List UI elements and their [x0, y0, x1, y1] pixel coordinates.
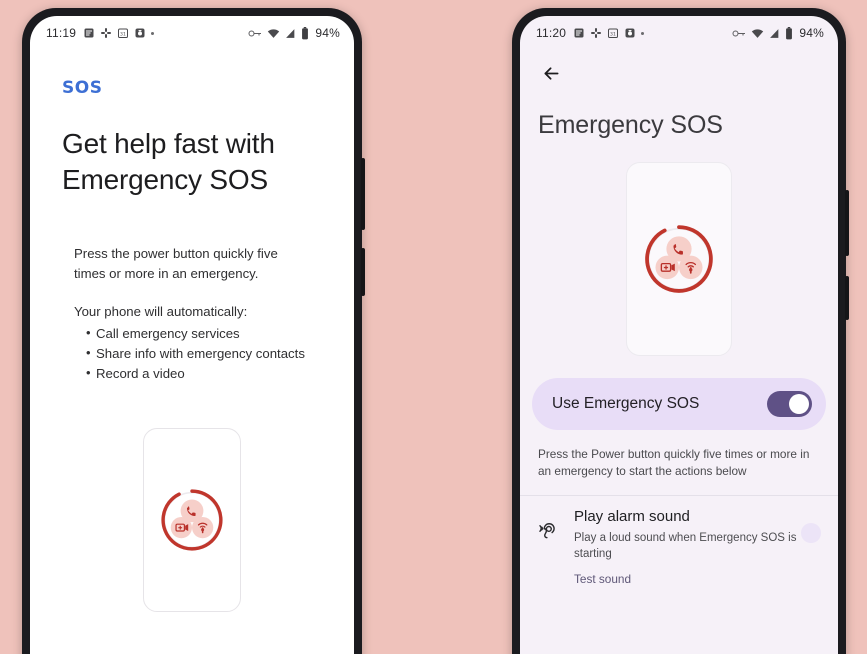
play-alarm-sound-row[interactable]: Play alarm sound Play a loud sound when …: [520, 496, 838, 586]
battery-icon: [301, 26, 309, 40]
status-bar-left: 11:19 31 94%: [30, 16, 354, 46]
vpn-key-icon: [732, 28, 746, 39]
use-emergency-sos-toggle-row[interactable]: Use Emergency SOS: [532, 377, 826, 430]
status-bar-right: 11:20 31 94%: [520, 16, 838, 46]
play-alarm-sound-title: Play alarm sound: [574, 507, 690, 525]
phone-screen-right: 11:20 31 94% Emergency SOS Use Emergency…: [520, 16, 838, 654]
list-item: Share info with emergency contacts: [86, 343, 310, 364]
play-alarm-sound-texts: Play alarm sound Play a loud sound when …: [574, 508, 812, 586]
svg-text:31: 31: [610, 31, 616, 37]
hearing-icon: [536, 518, 562, 544]
play-alarm-sound-subtitle: Play a loud sound when Emergency SOS is …: [574, 531, 797, 560]
cellular-signal-icon: [769, 28, 780, 39]
emergency-sos-illustration-card-right: [626, 161, 732, 356]
volume-button-left-phone[interactable]: [361, 158, 365, 230]
calendar-31-icon: 31: [607, 27, 619, 39]
slack-icon: [100, 27, 112, 39]
wifi-icon: [267, 28, 280, 39]
emergency-sos-illustration: [637, 217, 721, 301]
calendar-31-icon: 31: [117, 27, 129, 39]
status-time: 11:20: [536, 26, 567, 40]
status-time: 11:19: [46, 26, 77, 40]
list-item: Call emergency services: [86, 323, 310, 344]
battery-icon: [785, 26, 793, 40]
sos-brand-logo: SOS: [62, 78, 103, 98]
auto-action-list: Call emergency services Share info with …: [74, 323, 310, 384]
battery-percent: 94%: [799, 26, 824, 40]
intro-body-copy: Press the power button quickly five time…: [74, 244, 310, 384]
use-emergency-sos-switch[interactable]: [767, 390, 812, 417]
toolbar: [520, 46, 838, 89]
svg-text:31: 31: [120, 31, 126, 37]
wifi-icon: [751, 28, 764, 39]
camera-app-icon: [624, 27, 636, 39]
volume-button-right-phone[interactable]: [845, 190, 849, 256]
helper-text: Press the Power button quickly five time…: [538, 446, 810, 479]
switch-knob: [801, 522, 821, 543]
phone-device-left: 11:19 31 94% SOS Get help fast with Emer…: [22, 8, 365, 654]
camera-app-icon: [134, 27, 146, 39]
intro-paragraph-2: Your phone will automatically:: [74, 303, 248, 319]
phone-screen-left: 11:19 31 94% SOS Get help fast with Emer…: [30, 16, 354, 654]
back-arrow-icon[interactable]: [538, 60, 564, 86]
list-item: Record a video: [86, 363, 310, 384]
cellular-signal-icon: [285, 28, 296, 39]
screenshot-canvas: 11:19 31 94% SOS Get help fast with Emer…: [0, 0, 867, 654]
emergency-sos-illustration: [154, 482, 230, 558]
intro-paragraph-1: Press the power button quickly five time…: [74, 245, 278, 281]
test-sound-link[interactable]: Test sound: [574, 572, 812, 586]
slack-icon: [590, 27, 602, 39]
overflow-dot-icon: [151, 31, 155, 35]
vpn-key-icon: [248, 28, 262, 39]
battery-percent: 94%: [315, 26, 340, 40]
notes-icon: [573, 27, 585, 39]
use-emergency-sos-label: Use Emergency SOS: [552, 394, 700, 412]
power-button-right-phone[interactable]: [845, 276, 849, 320]
phone-device-right: 11:20 31 94% Emergency SOS Use Emergency…: [512, 8, 849, 654]
page-headline: Get help fast with Emergency SOS: [62, 128, 275, 195]
notes-icon: [83, 27, 95, 39]
overflow-dot-icon: [641, 31, 645, 35]
power-button-left-phone[interactable]: [361, 248, 365, 296]
emergency-sos-illustration-card-left: [143, 428, 241, 613]
page-title: Emergency SOS: [538, 110, 723, 139]
switch-knob: [789, 393, 809, 414]
